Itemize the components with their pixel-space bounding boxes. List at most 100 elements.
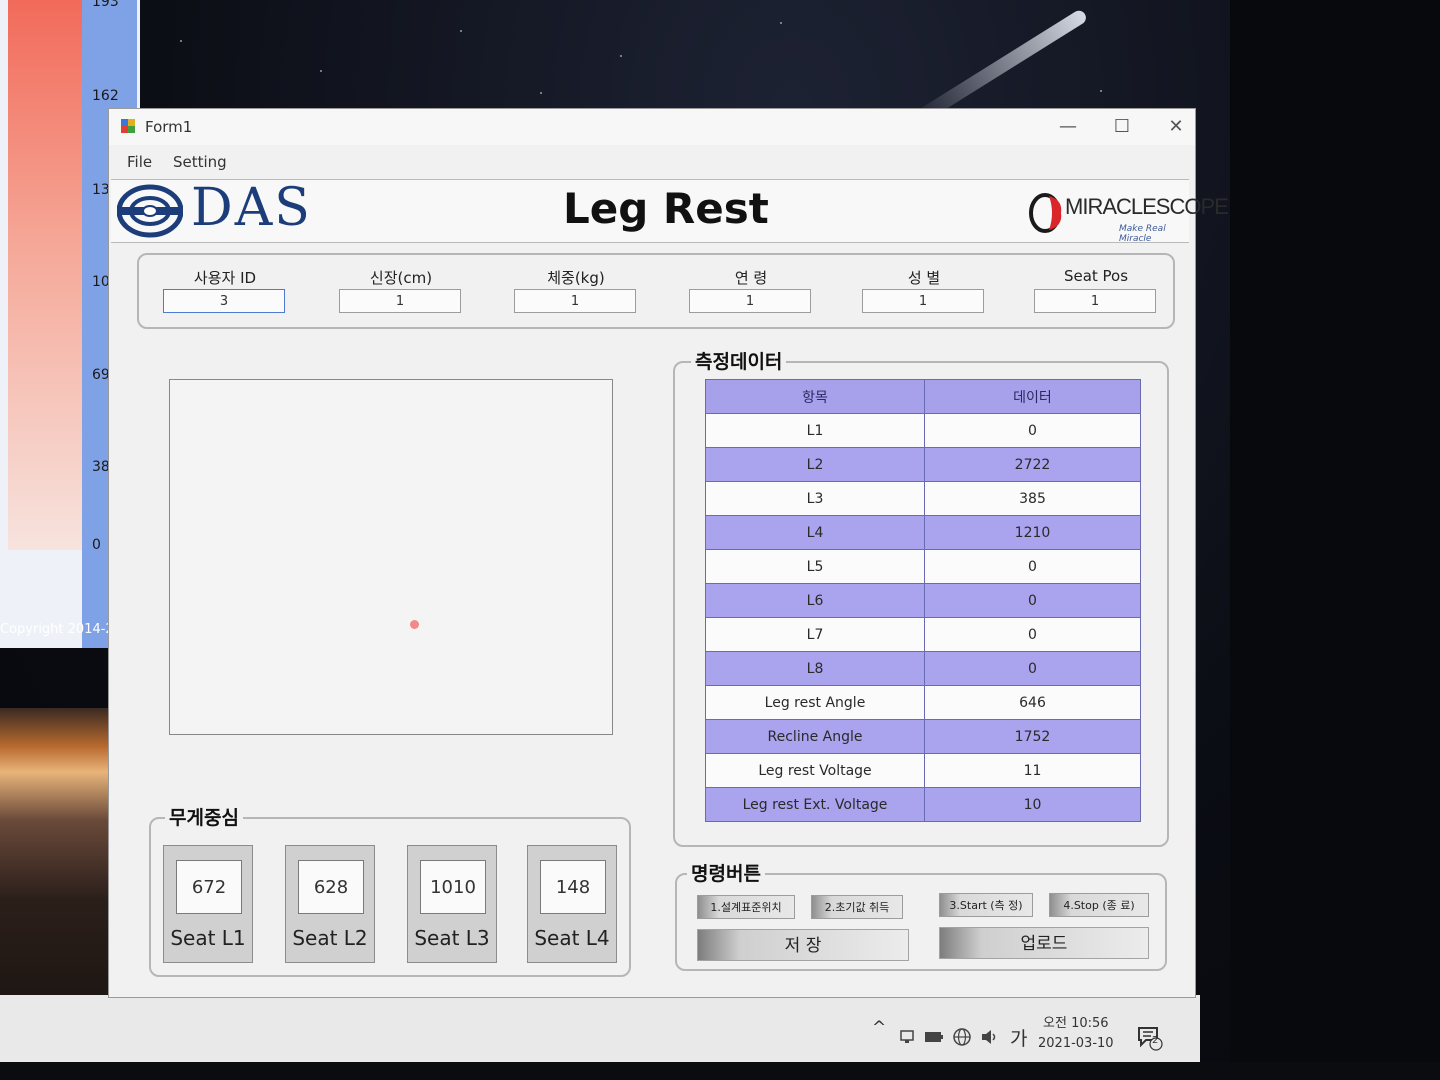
seat-l4-panel: 148 Seat L4 [527,845,617,963]
row-item: L3 [705,481,925,516]
system-clock[interactable]: 오전 10:56 2021-03-10 [1038,1014,1114,1054]
gauge-tick: 193 [92,0,119,10]
weight-input[interactable]: 1 [514,289,636,313]
row-data: 0 [924,617,1141,652]
center-of-gravity-plot [169,379,613,735]
row-item: L6 [705,583,925,618]
command-buttons-group: 명령버튼 1.설계표준위치 2.초기값 취득 3.Start (측 정) 4.S… [675,859,1167,971]
star [180,40,182,42]
gauge-tick: 162 [92,88,119,104]
table-row[interactable]: Leg rest Ext. Voltage 10 [705,787,1141,822]
row-item: L8 [705,651,925,686]
menu-file[interactable]: File [127,153,152,171]
row-item: Recline Angle [705,719,925,754]
seat-pos-input[interactable]: 1 [1034,289,1156,313]
column-header-data: 데이터 [924,379,1141,414]
notification-center-icon[interactable] [1136,1024,1164,1052]
star [540,92,542,94]
row-data: 0 [924,549,1141,584]
stop-button[interactable]: 4.Stop (종 료) [1049,893,1149,917]
gender-field: 성 별 1 [862,267,986,313]
table-row[interactable]: L5 0 [705,549,1141,584]
age-input[interactable]: 1 [689,289,811,313]
maximize-button[interactable]: ☐ [1107,115,1137,139]
start-button[interactable]: 3.Start (측 정) [939,893,1033,917]
copyright-text: Copyright 2014-2 [0,622,114,637]
seat-l1-panel: 672 Seat L1 [163,845,253,963]
brand-tagline: Make Real Miracle [1119,224,1166,244]
seat-pos-field: Seat Pos 1 [1034,267,1158,313]
field-label: 성 별 [907,269,941,287]
table-row[interactable]: L1 0 [705,413,1141,448]
menu-bar: File Setting [109,147,1195,175]
row-data: 1210 [924,515,1141,550]
upload-button[interactable]: 업로드 [939,927,1149,959]
row-data: 10 [924,787,1141,822]
star [460,30,462,32]
field-label: 연 령 [734,269,768,287]
table-row[interactable]: Recline Angle 1752 [705,719,1141,754]
miraclescope-logo-icon [1029,193,1062,233]
field-label: 신장(cm) [369,269,433,287]
title-bar[interactable]: Form1 — ☐ ✕ [109,109,1195,145]
form1-window: Form1 — ☐ ✕ File Setting DAS Leg Rest MI… [108,108,1229,998]
table-row[interactable]: L8 0 [705,651,1141,686]
menu-setting[interactable]: Setting [173,153,227,171]
initial-value-button[interactable]: 2.초기값 취득 [811,895,903,919]
gauge-tick: 0 [92,537,101,553]
seat-l3-label: Seat L3 [414,926,490,950]
table-row[interactable]: L2 2722 [705,447,1141,482]
globe-icon[interactable] [952,1027,972,1047]
table-row[interactable]: L4 1210 [705,515,1141,550]
user-id-input[interactable]: 3 [163,289,285,313]
seat-l2-label: Seat L2 [292,926,368,950]
row-data: 646 [924,685,1141,720]
window-title: Form1 [145,118,193,136]
field-label: 체중(kg) [547,269,605,287]
battery-icon[interactable] [924,1030,944,1044]
notification-count-badge: 2 [1152,1035,1159,1046]
seat-l3-value: 1010 [420,860,486,914]
seat-l1-label: Seat L1 [170,926,246,950]
input-method-indicator[interactable]: 가 [1010,1024,1027,1051]
monitor-bezel [1230,0,1440,1080]
field-label: Seat Pos [1063,267,1129,285]
column-header-item: 항목 [705,379,925,414]
table-row[interactable]: Leg rest Voltage 11 [705,753,1141,788]
minimize-button[interactable]: — [1053,115,1083,139]
das-logo-text: DAS [191,178,312,238]
row-data: 0 [924,583,1141,618]
table-row[interactable]: L3 385 [705,481,1141,516]
show-hidden-icons-button[interactable]: ^ [872,1018,886,1038]
table-row[interactable]: Leg rest Angle 646 [705,685,1141,720]
table-row[interactable]: L6 0 [705,583,1141,618]
row-item: Leg rest Voltage [705,753,925,788]
gender-input[interactable]: 1 [862,289,984,313]
row-data: 385 [924,481,1141,516]
gravity-point-marker [410,620,419,629]
app-icon [121,119,135,133]
header-banner: DAS Leg Rest MIRACLESCOPE Make Real Mira… [111,178,1229,244]
height-field: 신장(cm) 1 [339,267,463,313]
center-of-gravity-group: 무게중심 672 Seat L1 628 Seat L2 1010 Seat L… [149,803,631,977]
seat-l3-panel: 1010 Seat L3 [407,845,497,963]
star [1100,90,1102,92]
field-label: 사용자 ID [193,269,257,287]
seat-l1-value: 672 [176,860,242,914]
design-position-button[interactable]: 1.설계표준위치 [697,895,795,919]
height-input[interactable]: 1 [339,289,461,313]
save-button[interactable]: 저 장 [697,929,909,961]
row-item: Leg rest Ext. Voltage [705,787,925,822]
table-row[interactable]: L7 0 [705,617,1141,652]
gauge-bar [8,0,88,550]
seat-l4-label: Seat L4 [534,926,610,950]
network-icon[interactable] [898,1028,916,1046]
close-button[interactable]: ✕ [1161,115,1191,139]
clock-time: 오전 10:56 [1043,1016,1109,1031]
row-data: 0 [924,413,1141,448]
volume-icon[interactable] [980,1028,1000,1046]
row-item: L4 [705,515,925,550]
monitor-bottom [0,1062,1440,1080]
table-header-row: 항목 데이터 [705,379,1141,414]
star [780,22,782,24]
